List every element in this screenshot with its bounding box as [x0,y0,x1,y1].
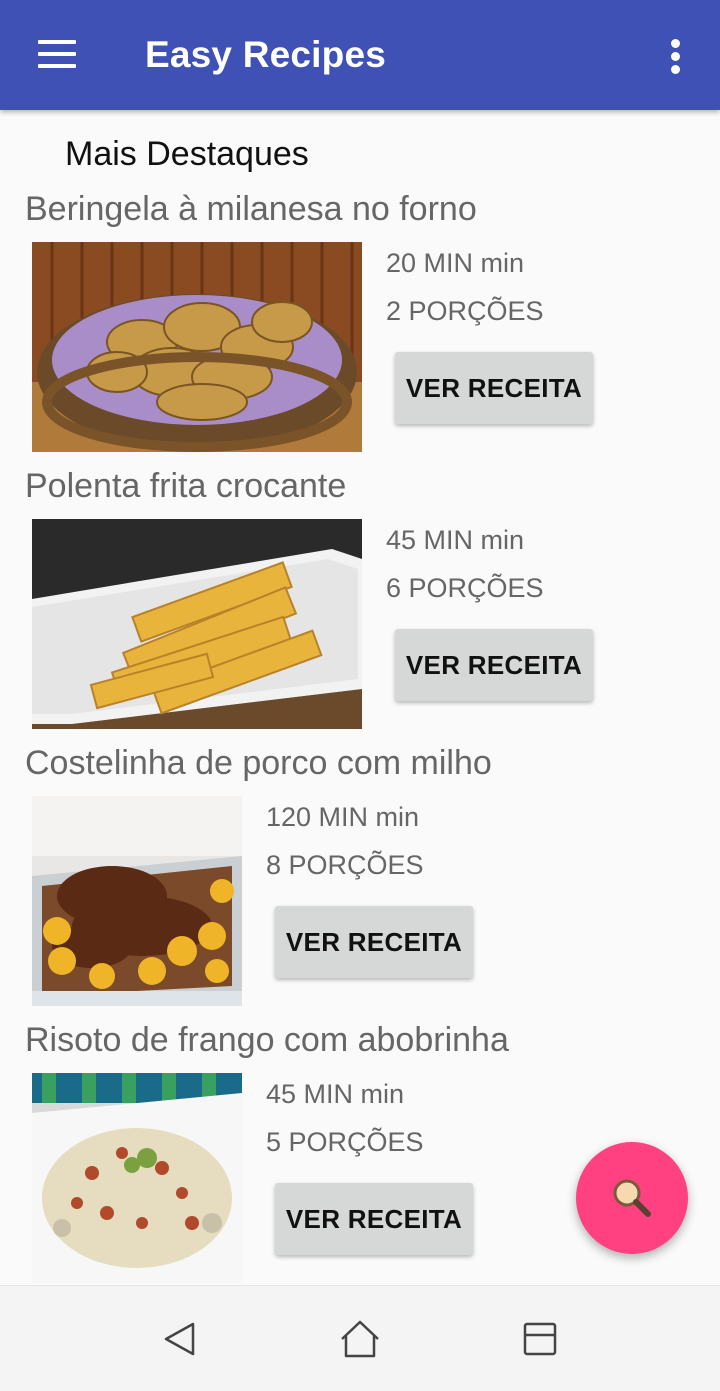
recipe-card: Beringela à milanesa no forno 20 MIN min… [0,190,720,467]
ver-receita-button[interactable]: VER RECEITA [395,629,593,701]
recipe-portions: 2 PORÇÕES [386,296,544,326]
recipe-card: Costelinha de porco com milho 120 MIN mi… [0,744,720,1021]
more-vertical-icon[interactable] [656,30,696,82]
back-triangle-icon[interactable] [150,1314,210,1364]
recipe-time: 45 MIN min [386,525,525,555]
recipe-title: Risoto de frango com abobrinha [25,1021,509,1059]
search-icon [613,1179,651,1217]
system-nav-bar [0,1285,720,1391]
recipe-list[interactable]: Mais Destaques Beringela à milanesa no f… [0,110,720,1285]
app-bar: Easy Recipes [0,0,720,110]
recipe-image-ribs[interactable] [32,796,242,1006]
hamburger-menu-icon[interactable] [20,30,92,80]
recipe-title: Beringela à milanesa no forno [25,190,477,228]
search-fab-button[interactable] [576,1142,688,1254]
recipe-time: 120 MIN min [266,802,420,832]
recipe-image-risotto[interactable] [32,1073,242,1283]
app-title: Easy Recipes [145,34,387,75]
recipe-portions: 6 PORÇÕES [386,573,544,603]
recipe-title: Costelinha de porco com milho [25,744,492,782]
ver-receita-button[interactable]: VER RECEITA [275,906,473,978]
section-title: Mais Destaques [65,135,309,173]
recipe-portions: 8 PORÇÕES [266,850,424,880]
recents-icon[interactable] [510,1314,570,1364]
recipe-time: 45 MIN min [266,1079,405,1109]
ver-receita-button[interactable]: VER RECEITA [275,1183,473,1255]
home-icon[interactable] [330,1314,390,1364]
recipe-title: Polenta frita crocante [25,467,347,505]
ver-receita-button[interactable]: VER RECEITA [395,352,593,424]
recipe-portions: 5 PORÇÕES [266,1127,424,1157]
recipe-image-eggplant[interactable] [32,242,362,452]
recipe-time: 20 MIN min [386,248,525,278]
recipe-card: Polenta frita crocante 45 MIN min 6 PORÇ… [0,467,720,744]
recipe-image-polenta[interactable] [32,519,362,729]
